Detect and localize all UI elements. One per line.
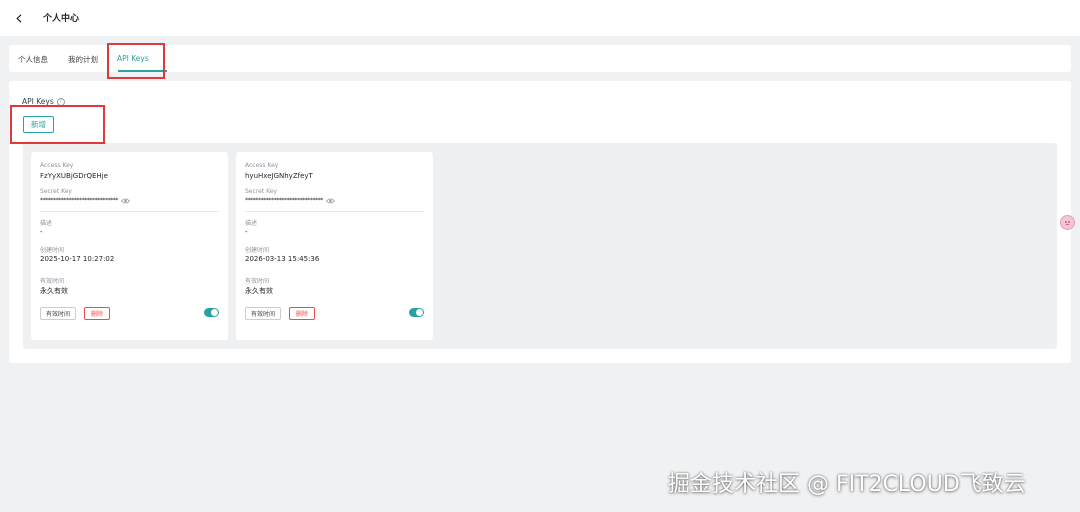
api-keys-list: Access Key FzYyXUBjGDrQEHje Secret Key *… — [23, 143, 1057, 349]
active-tab-indicator — [118, 70, 167, 72]
tab-bar: 个人信息 我的计划 API Keys — [9, 45, 1071, 72]
description-value: - — [40, 228, 43, 236]
tab-api-keys[interactable]: API Keys — [117, 54, 149, 63]
tab-personal-info[interactable]: 个人信息 — [18, 54, 48, 65]
secret-key-row: ****************************** — [40, 197, 131, 204]
valid-time-label: 有效时间 — [245, 278, 270, 285]
description-value: - — [245, 228, 248, 236]
assistant-avatar-icon[interactable] — [1060, 215, 1075, 230]
enable-toggle[interactable] — [409, 308, 424, 317]
api-key-card: Access Key hyuHxeJGNhyZfeyT Secret Key *… — [236, 152, 433, 340]
api-key-card: Access Key FzYyXUBjGDrQEHje Secret Key *… — [31, 152, 228, 340]
created-time-label: 创建时间 — [40, 247, 65, 254]
delete-button[interactable]: 删除 — [84, 307, 110, 320]
eye-icon[interactable] — [121, 198, 131, 204]
toggle-knob — [416, 309, 423, 316]
new-api-key-button[interactable]: 新增 — [23, 116, 54, 133]
enable-toggle[interactable] — [204, 308, 219, 317]
section-title: API Keys ? — [22, 97, 65, 106]
delete-button[interactable]: 删除 — [289, 307, 315, 320]
secret-key-value: ****************************** — [245, 197, 324, 204]
access-key-value: FzYyXUBjGDrQEHje — [40, 172, 108, 180]
chevron-left-icon[interactable] — [13, 11, 25, 25]
section-title-text: API Keys — [22, 97, 54, 106]
created-time-value: 2026-03-13 15:45:36 — [245, 255, 320, 263]
access-key-value: hyuHxeJGNhyZfeyT — [245, 172, 313, 180]
created-time-value: 2025-10-17 10:27:02 — [40, 255, 115, 263]
secret-key-label: Secret Key — [40, 188, 72, 195]
watermark: 掘金技术社区 @ FIT2CLOUD飞致云 — [668, 472, 1026, 497]
valid-time-value: 永久有效 — [245, 287, 273, 295]
secret-key-row: ****************************** — [245, 197, 336, 204]
divider — [40, 211, 219, 212]
valid-time-label: 有效时间 — [40, 278, 65, 285]
page-title: 个人中心 — [43, 14, 80, 24]
description-label: 描述 — [40, 220, 53, 227]
access-key-label: Access Key — [245, 162, 279, 169]
description-label: 描述 — [245, 220, 258, 227]
valid-period-button[interactable]: 有效时间 — [40, 307, 76, 320]
toggle-knob — [211, 309, 218, 316]
top-bar: 个人中心 — [0, 0, 1080, 36]
valid-period-button[interactable]: 有效时间 — [245, 307, 281, 320]
api-keys-section: API Keys ? 新增 Access Key FzYyXUBjGDrQEHj… — [9, 81, 1071, 363]
secret-key-value: ****************************** — [40, 197, 119, 204]
valid-time-value: 永久有效 — [40, 287, 68, 295]
access-key-label: Access Key — [40, 162, 74, 169]
tab-my-plan[interactable]: 我的计划 — [68, 54, 98, 65]
eye-icon[interactable] — [326, 198, 336, 204]
question-circle-icon[interactable]: ? — [56, 97, 65, 106]
created-time-label: 创建时间 — [245, 247, 270, 254]
divider — [245, 211, 424, 212]
secret-key-label: Secret Key — [245, 188, 277, 195]
